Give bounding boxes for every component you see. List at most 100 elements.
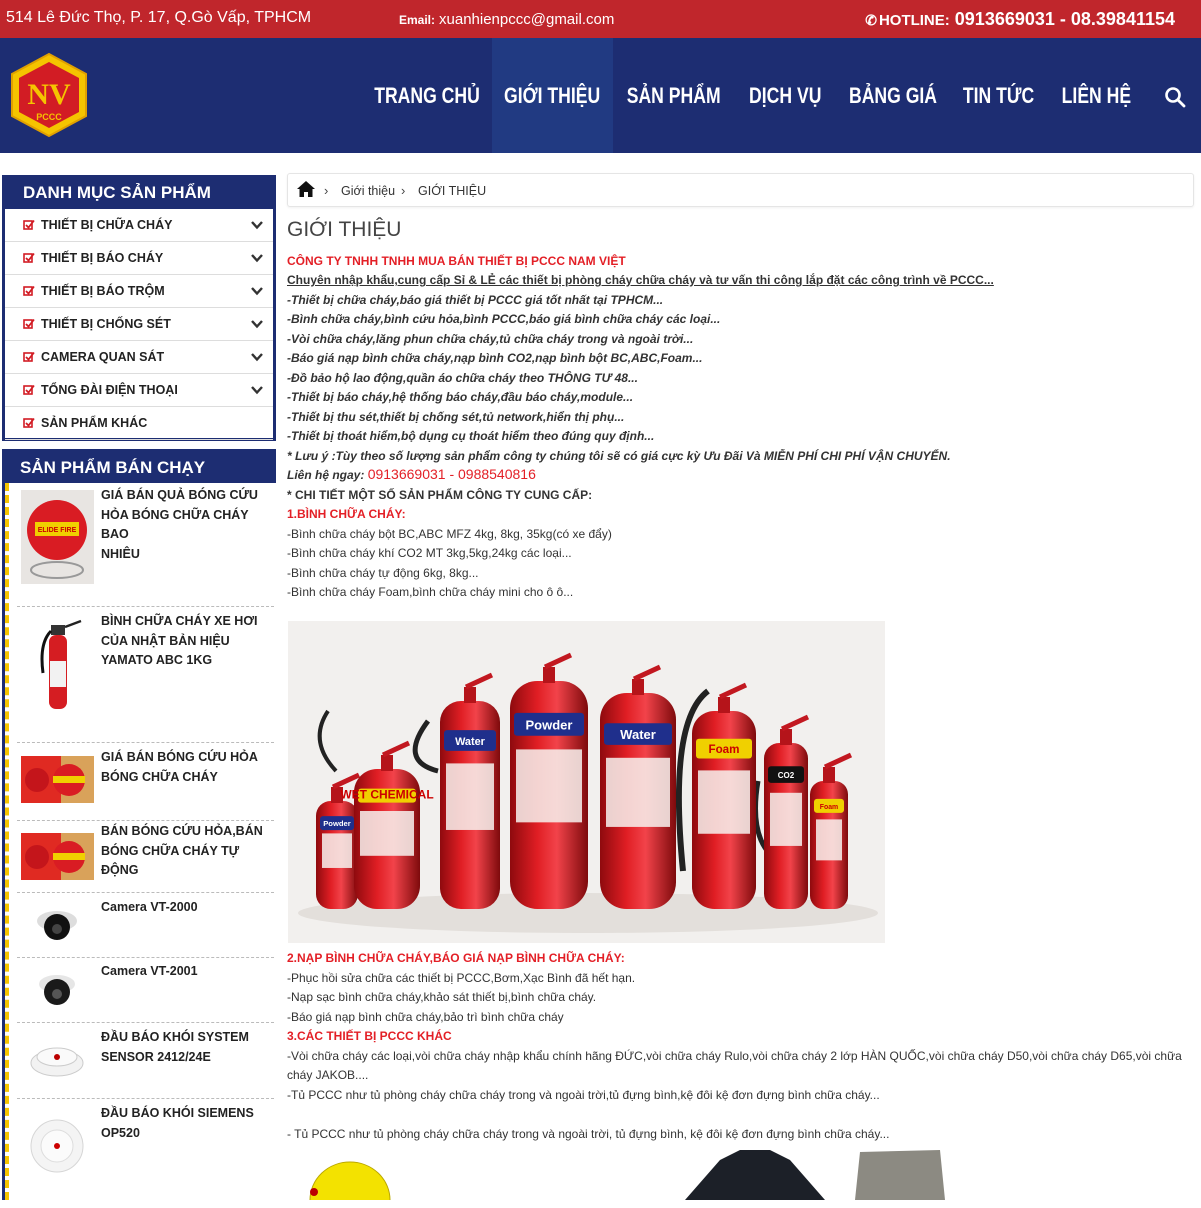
bestseller-item[interactable]: GIÁ BÁN BÓNG CỨU HỎA BÓNG CHỮA CHÁY [17, 742, 274, 820]
section-item: -Bình chữa cháy khí CO2 MT 3kg,5kg,24kg … [287, 546, 572, 560]
product-name-line: NHIÊU [101, 546, 140, 561]
nav-about[interactable]: GIỚI THIỆU [492, 38, 613, 153]
product-name-line: Camera VT-2000 [101, 900, 198, 914]
checkbox-icon [23, 384, 35, 395]
bestseller-item[interactable]: BÌNH CHỮA CHÁY XE HƠI CỦA NHẬT BẢN HIỆU YA… [17, 606, 274, 742]
product-thumbnail[interactable] [21, 1035, 94, 1083]
product-name-line: BÌNH CHỮA CHÁY XE HƠI [101, 614, 258, 628]
nav-news[interactable]: TIN TỨC [950, 38, 1047, 153]
top-info-bar: 514 Lê Đức Thọ, P. 17, Q.Gò Vấp, TPHCM E… [0, 0, 1201, 38]
product-name-line: Camera VT-2001 [101, 964, 198, 978]
chevron-down-icon[interactable] [251, 385, 263, 395]
product-name-line: HỎA BÓNG CHỮA CHÁY BAO [101, 507, 249, 542]
extinguisher: Powder [510, 652, 588, 909]
category-item[interactable]: THIẾT BỊ BÁO CHÁY [5, 242, 273, 275]
checkbox-icon [23, 351, 35, 362]
category-label: THIẾT BỊ CHỮA CHÁY [41, 218, 173, 232]
category-item[interactable]: THIẾT BỊ CHỐNG SÉT [5, 308, 273, 341]
extinguisher-label: Powder [323, 819, 351, 828]
logo-icon[interactable]: NV PCCC [8, 52, 90, 138]
bestseller-item[interactable]: ĐẦU BÁO KHÓI SIEMENS OP520 [17, 1098, 274, 1208]
category-list: THIẾT BỊ CHỮA CHÁY THIẾT BỊ BÁO CHÁY THIẾT… [5, 209, 273, 440]
product-thumbnail[interactable]: ELIDE FIRE [21, 490, 94, 584]
email-text[interactable]: Email: xuanhienpccc@gmail.com [399, 11, 614, 28]
extinguisher: Water [600, 664, 676, 909]
product-thumbnail[interactable] [21, 966, 94, 1014]
detail-heading: * CHI TIẾT MỘT SỐ SẢN PHẨM CÔNG TY CUNG … [287, 488, 593, 502]
nav-contact[interactable]: LIÊN HỆ [1047, 38, 1145, 153]
category-item[interactable]: TỔNG ĐÀI ĐIỆN THOẠI [5, 374, 273, 407]
bestseller-item[interactable]: ĐẦU BÁO KHÓI SYSTEM SENSOR 2412/24E [17, 1022, 274, 1098]
home-icon[interactable] [296, 180, 316, 198]
category-item[interactable]: CAMERA QUAN SÁT [5, 341, 273, 374]
product-thumbnail[interactable] [21, 833, 94, 880]
chevron-down-icon[interactable] [251, 220, 263, 230]
breadcrumb: › Giới thiệu › GIỚI THIỆU [287, 173, 1194, 207]
product-name-line: BÓNG CHỮA CHÁY [101, 769, 218, 784]
nav-products[interactable]: SẢN PHẨM [613, 38, 735, 153]
category-label: THIẾT BỊ BÁO TRỘM [41, 284, 165, 298]
section-title: 1.BÌNH CHỮA CHÁY: [287, 507, 406, 521]
company-name: CÔNG TY TNHH TNHH MUA BÁN THIẾT BỊ PCCC … [287, 254, 626, 268]
product-thumbnail[interactable] [21, 756, 94, 803]
hotline-numbers[interactable]: 0913669031 - 08.39841154 [955, 9, 1175, 29]
bestseller-item[interactable]: Camera VT-2000 [17, 892, 274, 957]
bestseller-item[interactable]: ELIDE FIRE GIÁ BÁN QUẢ BÓNG CỨU HỎA BÓNG … [17, 486, 274, 601]
bullet-line: -Thiết bị chữa cháy,báo giá thiết bị PCC… [287, 293, 664, 307]
email-value[interactable]: xuanhienpccc@gmail.com [439, 11, 614, 28]
logo-text: NV [27, 78, 71, 111]
extinguisher: CO2 [764, 714, 810, 909]
section-item: -Bình chữa cháy tự động 6kg, 8kg... [287, 566, 479, 580]
search-icon[interactable] [1164, 86, 1186, 108]
product-name-line: SENSOR 2412/24E [101, 1049, 211, 1064]
hotline[interactable]: ✆ HOTLINE: 0913669031 - 08.39841154 [865, 9, 1175, 30]
bestseller-item[interactable]: BÁN BÓNG CỨU HỎA,BÁN BÓNG CHỮA CHÁY TỰ ĐỘ… [17, 820, 274, 892]
chevron-down-icon[interactable] [251, 253, 263, 263]
extinguisher: Water [440, 672, 500, 909]
product-thumbnail[interactable] [21, 613, 94, 721]
jacket-photo [680, 1150, 830, 1200]
contact-line: Liên hệ ngay: 0913669031 - 0988540816 [287, 466, 536, 482]
nav-home[interactable]: TRANG CHỦ [362, 38, 492, 153]
extinguisher-label: Foam [708, 743, 739, 756]
breadcrumb-link[interactable]: Giới thiệu [341, 184, 395, 198]
category-label: THIẾT BỊ CHỐNG SÉT [41, 317, 171, 331]
extinguisher-label: Foam [820, 804, 838, 811]
phone-icon: ✆ [865, 12, 877, 28]
svg-text:ELIDE FIRE: ELIDE FIRE [38, 527, 77, 534]
breadcrumb-separator: › [324, 183, 329, 198]
category-item[interactable]: THIẾT BỊ CHỮA CHÁY [5, 209, 273, 242]
hotline-label: HOTLINE: [878, 12, 950, 29]
checkbox-icon [23, 219, 35, 230]
contact-phones[interactable]: 0913669031 - 0988540816 [368, 466, 536, 482]
section-item: -Vòi chữa cháy các loại,vòi chữa cháy nh… [287, 1049, 1182, 1063]
tagline: Chuyên nhập khẩu,cung cấp Sỉ & LẺ các th… [287, 273, 994, 287]
note-text: * Lưu ý :Tùy theo số lượng sản phẩm công… [287, 449, 951, 463]
bestseller-panel-title: SẢN PHẨM BÁN CHẠY [20, 458, 206, 477]
product-thumbnail[interactable] [21, 1111, 94, 1181]
section-title: 3.CÁC THIẾT BỊ PCCC KHÁC [287, 1029, 452, 1043]
breadcrumb-separator: › [401, 183, 406, 198]
address-text: 514 Lê Đức Thọ, P. 17, Q.Gò Vấp, TPHCM [6, 9, 312, 26]
nav-services[interactable]: DỊCH VỤ [735, 38, 835, 153]
section-item: -Nạp sạc bình chữa cháy,khảo sát thiết b… [287, 990, 597, 1004]
product-name-line: BÓNG CHỮA CHÁY TỰ ĐỘNG [101, 843, 240, 878]
chevron-down-icon[interactable] [251, 286, 263, 296]
category-item[interactable]: SẢN PHẨM KHÁC [5, 407, 273, 440]
bestseller-item[interactable]: Camera VT-2001 [17, 957, 274, 1022]
extinguisher-label: CO2 [778, 771, 795, 780]
category-label: THIẾT BỊ BÁO CHÁY [41, 251, 164, 265]
chevron-down-icon[interactable] [251, 319, 263, 329]
chevron-down-icon[interactable] [251, 352, 263, 362]
glove-photo [850, 1150, 950, 1200]
section-item: -Báo giá nạp bình chữa cháy,bảo trì bình… [287, 1010, 564, 1024]
bullet-line: -Thiết bị thoát hiểm,bộ dụng cụ thoát hi… [287, 429, 655, 443]
section-item: -Tủ PCCC như tủ phòng cháy chữa cháy tro… [287, 1088, 880, 1102]
product-thumbnail[interactable] [21, 901, 94, 949]
category-item[interactable]: THIẾT BỊ BÁO TRỘM [5, 275, 273, 308]
nav-pricing[interactable]: BẢNG GIÁ [835, 38, 950, 153]
page-title: GIỚI THIỆU [287, 218, 402, 241]
product-name-line: BÁN BÓNG CỨU HỎA,BÁN [101, 824, 263, 838]
section-item: - Tủ PCCC như tủ phòng cháy chữa cháy tr… [287, 1127, 890, 1141]
extinguisher-label: Powder [526, 717, 573, 732]
